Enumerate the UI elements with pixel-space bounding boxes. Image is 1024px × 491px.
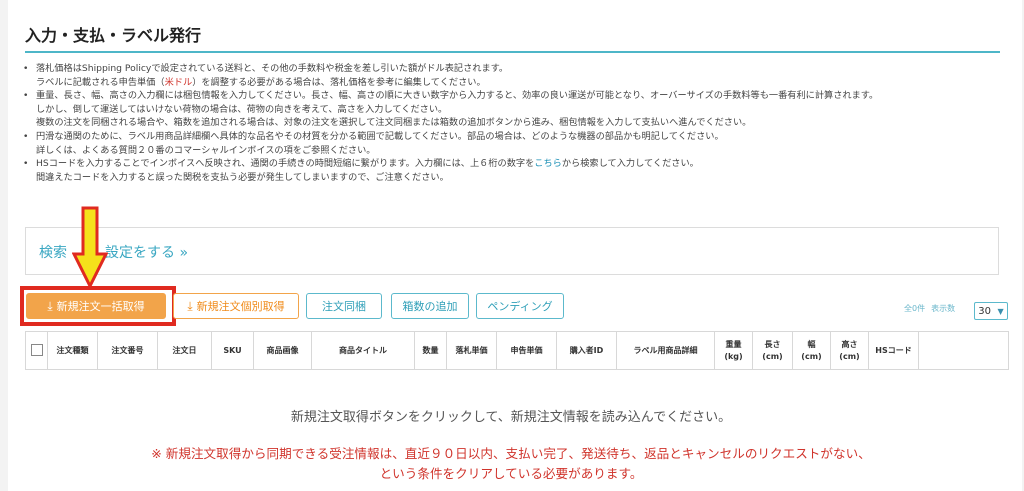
search-settings-panel: 検索 設定をする » <box>25 227 999 275</box>
column-header[interactable]: ラベル用商品詳細 <box>616 331 715 370</box>
note-item: • HSコードを入力することでインボイスへ反映され、通関の手続きの時間短縮に繋が… <box>20 157 1010 184</box>
note-line: 複数の注文を同梱される場合や、箱数を追加される場合は、対象の注文を選択して注文同… <box>36 117 752 129</box>
total-count: 全0件 <box>904 304 926 313</box>
column-header <box>918 331 1009 370</box>
note-line: しかし、倒して運送してはいけない荷物の場合は、荷物の向きを考えて、高さを入力して… <box>36 103 448 115</box>
paging-info: 全0件 表示数 <box>904 303 961 314</box>
per-page-select[interactable]: 30 ▼ <box>974 302 1008 320</box>
page-container: 入力・支払・ラベル発行 • 落札価格はShipping Policyで設定されて… <box>8 0 1022 491</box>
note-item: • 落札価格はShipping Policyで設定されている送料と、その他の手数… <box>20 62 1010 89</box>
column-header[interactable]: 落札単価 <box>446 331 497 370</box>
bullet-icon: • <box>23 63 29 74</box>
bullet-icon: • <box>23 130 29 142</box>
orders-table: 注文種類 注文番号 注文日 SKU 商品画像 商品タイトル 数量 落札単価 申告… <box>25 331 1009 370</box>
column-header[interactable]: 注文日 <box>157 331 212 370</box>
column-header[interactable]: 商品タイトル <box>311 331 415 370</box>
column-header[interactable]: 重量 (kg) <box>714 331 753 370</box>
single-fetch-button[interactable]: ⤓ 新規注文個別取得 <box>173 293 299 319</box>
column-header[interactable]: 購入者ID <box>556 331 617 370</box>
column-header[interactable]: 長さ (cm) <box>752 331 793 370</box>
note-line: 間違えたコードを入力すると誤った関税を支払う必要が発生してしまいますので、ご注意… <box>36 171 449 183</box>
search-link-label: 検索 <box>39 245 67 261</box>
per-page-value: 30 <box>978 305 991 317</box>
warning-line: ※ 新規注文取得から同期できる受注情報は、直近９０日以内、支払い完了、発送待ち、… <box>151 446 871 461</box>
note-line: 詳しくは、よくある質問２０番のコマーシャルインボイスの項をご参照ください。 <box>36 144 376 156</box>
select-all-cell <box>25 331 48 370</box>
note-item: • 円滑な通関のために、ラベル用商品詳細欄へ具体的な品名やその材質を分かる範囲で… <box>20 130 1010 157</box>
note-line: 落札価格はShipping Policyで設定されている送料と、その他の手数料や… <box>36 63 509 74</box>
hs-code-search-link[interactable]: こちら <box>534 158 562 169</box>
chevron-down-icon: ▼ <box>997 306 1004 316</box>
column-header[interactable]: SKU <box>211 331 254 370</box>
bullet-icon: • <box>23 90 29 102</box>
column-header[interactable]: HSコード <box>868 331 919 370</box>
pending-button[interactable]: ペンディング <box>476 293 564 319</box>
arrow-down-icon <box>72 206 108 290</box>
highlight-frame <box>20 286 176 326</box>
note-text: ラベルに記載される申告単価（ <box>36 76 165 88</box>
table-header-row: 注文種類 注文番号 注文日 SKU 商品画像 商品タイトル 数量 落札単価 申告… <box>25 331 1009 370</box>
empty-state-message: 新規注文取得ボタンをクリックして、新規注文情報を読み込んでください。 <box>290 410 732 425</box>
column-header[interactable]: 注文種類 <box>47 331 98 370</box>
per-page-label: 表示数 <box>931 304 956 313</box>
note-line: 重量、長さ、幅、高さの入力欄には梱包情報を入力してください。長さ、幅、高さの順に… <box>36 90 879 102</box>
add-box-button[interactable]: 箱数の追加 <box>391 293 469 319</box>
title-divider <box>25 51 1000 53</box>
note-line: 円滑な通関のために、ラベル用商品詳細欄へ具体的な品名やその材質を分かる範囲で記載… <box>36 130 724 142</box>
column-header[interactable]: 幅 (cm) <box>792 331 831 370</box>
column-header[interactable]: 注文番号 <box>97 331 158 370</box>
note-text: HSコードを入力することでインボイスへ反映され、通関の手続きの時間短縮に繋がりま… <box>36 158 535 170</box>
bundle-orders-button[interactable]: 注文同梱 <box>306 293 382 319</box>
column-header[interactable]: 申告単価 <box>496 331 557 370</box>
note-text: から検索して入力してください。 <box>561 158 699 170</box>
note-text: ）を調整する必要がある場合は、落札価格を参考に編集してください。 <box>192 76 486 88</box>
column-header[interactable]: 高さ (cm) <box>830 331 869 370</box>
search-settings-link[interactable]: 検索 設定をする » <box>39 242 188 262</box>
usd-highlight: 米ドル <box>164 76 193 88</box>
column-header[interactable]: 商品画像 <box>253 331 312 370</box>
single-fetch-label: 新規注文個別取得 <box>196 300 285 313</box>
download-icon: ⤓ <box>187 298 193 313</box>
warning-line: という条件をクリアしている必要があります。 <box>379 466 643 481</box>
note-line: ラベルに記載される申告単価（米ドル）を調整する必要がある場合は、落札価格を参考に… <box>36 76 1010 90</box>
empty-state-warning: ※ 新規注文取得から同期できる受注情報は、直近９０日以内、支払い完了、発送待ち、… <box>8 444 1014 484</box>
select-all-checkbox[interactable] <box>30 344 43 357</box>
page-title: 入力・支払・ラベル発行 <box>25 26 202 45</box>
note-item: • 重量、長さ、幅、高さの入力欄には梱包情報を入力してください。長さ、幅、高さの… <box>20 89 1010 130</box>
note-line: HSコードを入力することでインボイスへ反映され、通関の手続きの時間短縮に繋がりま… <box>36 157 1010 171</box>
notes-list: • 落札価格はShipping Policyで設定されている送料と、その他の手数… <box>20 62 1010 184</box>
search-link-label-rest: 設定をする » <box>105 245 189 261</box>
column-header[interactable]: 数量 <box>414 331 447 370</box>
bullet-icon: • <box>23 158 29 170</box>
